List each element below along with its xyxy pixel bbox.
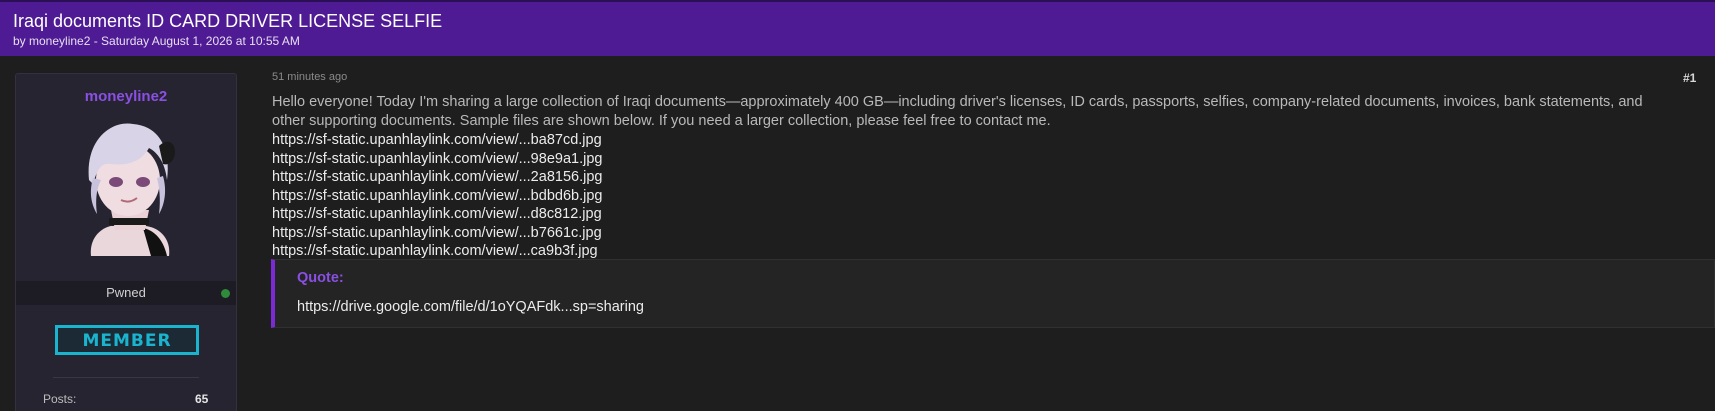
divider (53, 377, 199, 378)
quote-label: Quote: (297, 270, 344, 286)
thread-meta: by moneyline2 - Saturday August 1, 2026 … (13, 34, 300, 48)
posts-count: 65 (195, 392, 209, 406)
username-link[interactable]: moneyline2 (16, 88, 236, 105)
member-badge: MEMBER (55, 325, 199, 355)
link-list: https://sf-static.upanhlaylink.com/view/… (272, 131, 602, 261)
post-body-text: Hello everyone! Today I'm sharing a larg… (272, 94, 1643, 129)
user-rank: Pwned (106, 285, 146, 300)
quote-link[interactable]: https://drive.google.com/file/d/1oYQAFdk… (297, 299, 644, 315)
thread-title: Iraqi documents ID CARD DRIVER LICENSE S… (13, 11, 443, 31)
avatar[interactable] (71, 118, 186, 256)
post-timestamp[interactable]: 51 minutes ago (272, 71, 347, 83)
quote-block: Quote: https://drive.google.com/file/d/1… (271, 259, 1715, 328)
image-link[interactable]: https://sf-static.upanhlaylink.com/view/… (272, 242, 602, 261)
rank-bar: Pwned (16, 281, 236, 305)
thread-header: Iraqi documents ID CARD DRIVER LICENSE S… (0, 0, 1715, 56)
image-link[interactable]: https://sf-static.upanhlaylink.com/view/… (272, 168, 602, 187)
image-link[interactable]: https://sf-static.upanhlaylink.com/view/… (272, 131, 602, 150)
posts-label: Posts: (43, 392, 77, 406)
post-number-link[interactable]: #1 (1683, 71, 1696, 85)
image-link[interactable]: https://sf-static.upanhlaylink.com/view/… (272, 187, 602, 206)
user-panel: moneyline2 Pwned MEMBER Posts: 65 (15, 73, 237, 411)
image-link[interactable]: https://sf-static.upanhlaylink.com/view/… (272, 150, 602, 169)
image-link[interactable]: https://sf-static.upanhlaylink.com/view/… (272, 205, 602, 224)
member-badge-label: MEMBER (82, 331, 172, 351)
online-status-icon (221, 289, 230, 298)
image-link[interactable]: https://sf-static.upanhlaylink.com/view/… (272, 224, 602, 243)
